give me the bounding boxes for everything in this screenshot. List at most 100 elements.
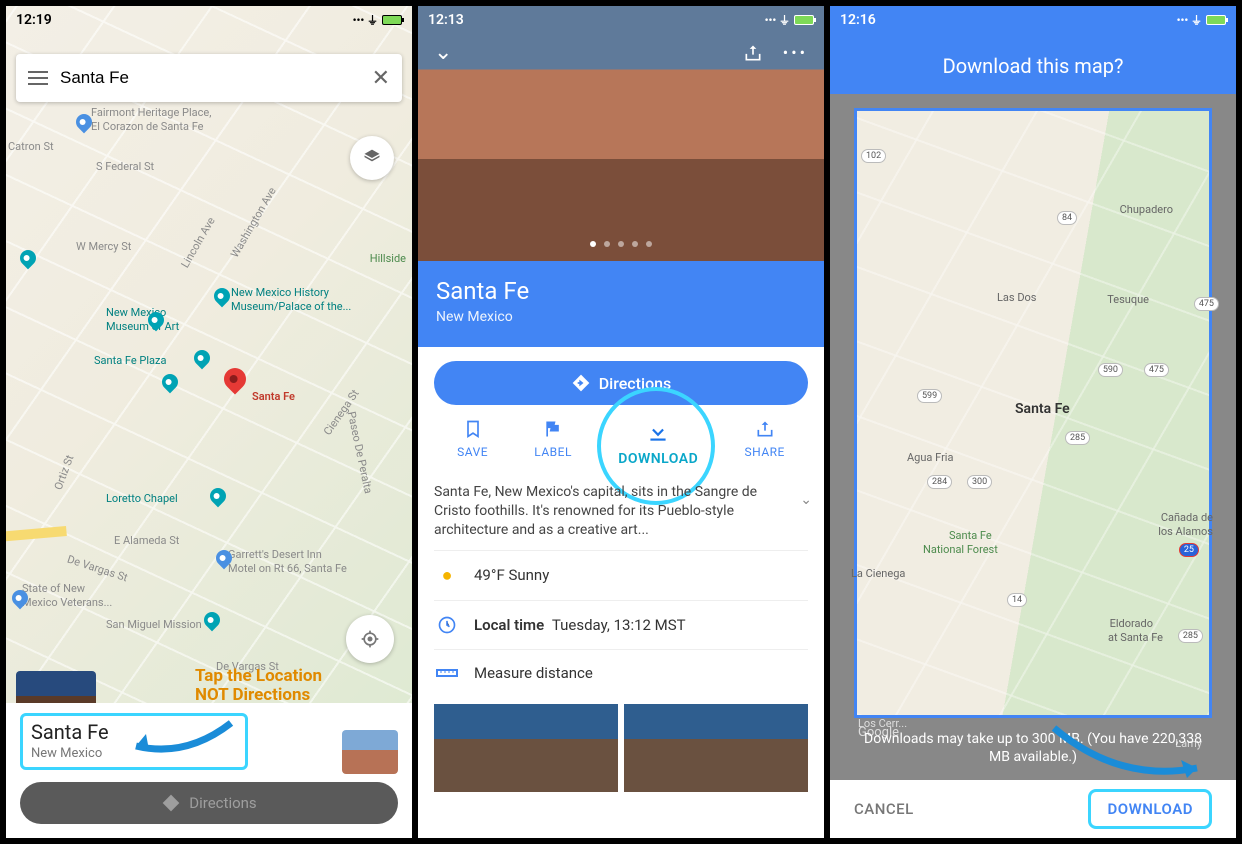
download-note: Downloads may take up to 300 MB. (You ha… <box>830 730 1236 766</box>
ruler-icon <box>436 667 458 679</box>
action-label: SAVE <box>457 445 488 459</box>
place-header: Santa Fe New Mexico <box>418 261 824 347</box>
status-bar: 12:16 ••• ⏚ <box>830 6 1236 34</box>
localtime-row[interactable]: Local time Tuesday, 13:12 MST <box>434 600 808 649</box>
route-shield: 25 <box>1179 543 1199 557</box>
poi-pin[interactable] <box>17 247 40 270</box>
layers-button[interactable] <box>350 136 394 180</box>
poi-pin[interactable] <box>211 285 234 308</box>
sun-icon: ● <box>436 565 458 586</box>
directions-icon <box>571 373 591 393</box>
download-area-map[interactable]: Santa Fe Agua Fria Las Dos Tesuque Chupa… <box>854 108 1212 718</box>
route-shield: 102 <box>861 149 886 163</box>
map-label: Santa Fe <box>949 529 992 542</box>
status-bar: 12:13 ••• ⏚ <box>418 6 824 34</box>
chevron-down-icon[interactable]: ⌄ <box>434 40 452 65</box>
measure-label: Measure distance <box>474 664 593 682</box>
status-bar: 12:19 ••• ⏚ <box>6 6 412 34</box>
cancel-button[interactable]: CANCEL <box>854 800 914 818</box>
map-label: at Santa Fe <box>1108 631 1163 644</box>
download-icon <box>645 419 671 445</box>
map-label: La Cienega <box>851 567 905 580</box>
annotation-line: NOT Directions <box>195 686 322 706</box>
map-label: S Federal St <box>96 160 154 173</box>
clear-icon[interactable]: ✕ <box>372 66 390 91</box>
dialog-title: Download this map? <box>943 54 1124 78</box>
map-label: El Corazon de Santa Fe <box>91 120 204 133</box>
hero-photo[interactable]: ⌄ ••• <box>418 6 824 261</box>
place-description[interactable]: Santa Fe, New Mexico's capital, sits in … <box>434 477 808 550</box>
search-bar[interactable]: ✕ <box>16 54 402 102</box>
poi-pin[interactable] <box>191 347 214 370</box>
annotation-line: Tap the Location <box>195 667 322 687</box>
photo-pager-dots <box>418 241 824 247</box>
status-indicators: ••• ⏚ <box>765 12 814 28</box>
locate-button[interactable] <box>346 615 394 663</box>
map-label: Santa Fe <box>1015 401 1070 417</box>
map-label: Ortiz St <box>52 453 77 491</box>
more-icon[interactable]: ••• <box>783 43 808 63</box>
screen-2-place-detail: 12:13 ••• ⏚ ⌄ ••• Santa Fe New Mexico Di… <box>418 6 824 838</box>
map-label: Santa Fe Plaza <box>94 354 166 367</box>
poi-pin[interactable] <box>201 609 224 632</box>
measure-row[interactable]: Measure distance <box>434 649 808 696</box>
map-label: Cañada de <box>1161 511 1213 524</box>
label-button[interactable]: LABEL <box>534 419 572 467</box>
map-label: Mexico Veterans... <box>22 596 112 609</box>
photo-strip[interactable] <box>434 704 808 792</box>
place-title: Santa Fe <box>31 720 237 744</box>
route-shield: 284 <box>927 475 952 489</box>
location-pin[interactable] <box>219 363 250 394</box>
download-button[interactable]: DOWNLOAD <box>1088 789 1212 829</box>
map-label: Tesuque <box>1107 293 1149 306</box>
place-title: Santa Fe <box>436 277 806 305</box>
map-label: Museum/Palace of the... <box>231 300 351 313</box>
locate-icon <box>360 629 380 649</box>
poi-pin[interactable] <box>159 371 182 394</box>
dialog-body: Santa Fe Agua Fria Las Dos Tesuque Chupa… <box>830 94 1236 838</box>
save-button[interactable]: SAVE <box>457 419 488 467</box>
status-time: 12:19 <box>16 12 52 28</box>
route-shield: 285 <box>1065 431 1090 445</box>
chevron-down-icon[interactable]: ⌄ <box>800 491 812 510</box>
directions-button[interactable]: Directions <box>20 782 398 824</box>
map-label: Catron St <box>8 140 54 153</box>
route-shield: 475 <box>1144 363 1169 377</box>
map-label: W Mercy St <box>76 240 131 253</box>
status-time: 12:16 <box>840 12 876 28</box>
menu-icon[interactable] <box>28 71 48 85</box>
share-button[interactable]: SHARE <box>745 419 785 467</box>
photo-thumbnail[interactable] <box>434 704 618 792</box>
place-thumbnail[interactable] <box>342 730 398 774</box>
layers-icon <box>362 148 382 168</box>
directions-icon <box>161 793 181 813</box>
map-label: Paseo De Peralta <box>345 410 375 495</box>
route-shield: 14 <box>1007 593 1027 607</box>
map-label: Lincoln Ave <box>178 215 217 270</box>
highlight-box: Santa Fe New Mexico <box>20 713 248 770</box>
weather-row[interactable]: ● 49°F Sunny <box>434 550 808 600</box>
place-card[interactable]: Santa Fe New Mexico Directions <box>6 703 412 838</box>
map-label: San Miguel Mission <box>106 618 202 631</box>
action-label: LABEL <box>534 445 572 459</box>
download-button[interactable]: DOWNLOAD <box>618 419 698 467</box>
search-input[interactable] <box>60 68 360 88</box>
share-icon <box>755 419 775 439</box>
map-label: Museum of Art <box>106 320 179 333</box>
share-icon[interactable] <box>743 43 763 63</box>
place-subtitle: New Mexico <box>436 309 806 325</box>
map-label: Washington Ave <box>228 185 279 260</box>
screen-1-search: 12:19 ••• ⏚ Fairmont Heritage Place, El … <box>6 6 412 838</box>
action-row: SAVE LABEL DOWNLOAD SHARE <box>434 419 808 467</box>
photo-thumbnail[interactable] <box>624 704 808 792</box>
route-shield: 84 <box>1057 211 1077 225</box>
map-label: Motel on Rt 66, Santa Fe <box>228 562 347 575</box>
map-label: Eldorado <box>1110 617 1153 630</box>
map-label: New Mexico History <box>231 286 329 299</box>
description-text: Santa Fe, New Mexico's capital, sits in … <box>434 484 757 538</box>
poi-pin[interactable] <box>207 485 230 508</box>
clock-icon <box>436 615 458 635</box>
action-label: DOWNLOAD <box>618 451 698 467</box>
directions-button[interactable]: Directions <box>434 361 808 405</box>
map-label: Las Dos <box>997 291 1036 304</box>
